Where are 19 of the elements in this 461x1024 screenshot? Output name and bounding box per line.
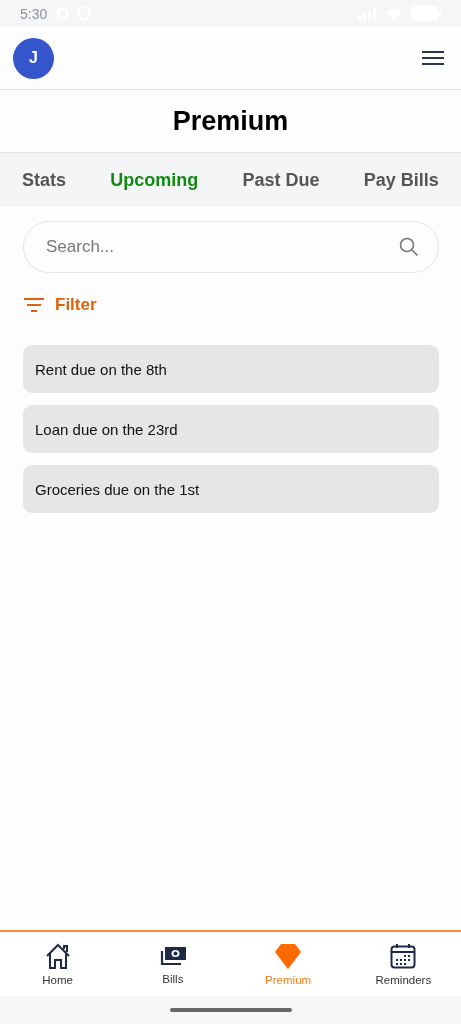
reminder-item[interactable]: Rent due on the 8th [23,345,439,393]
tab[interactable]: Past Due [238,163,324,197]
nav-item[interactable]: Reminders [345,932,461,996]
menu-icon[interactable] [422,51,444,65]
filter-button[interactable]: Filter [23,291,97,319]
filter-icon [23,298,45,312]
search-icon[interactable] [399,237,419,257]
reminder-item[interactable]: Groceries due on the 1st [23,465,439,513]
calendar-icon [390,942,417,969]
search-field[interactable]: Search... [23,221,439,273]
reminder-item[interactable]: Loan due on the 23rd [23,405,439,453]
tab[interactable]: Upcoming [106,163,203,197]
tab[interactable]: Pay Bills [359,163,443,197]
avatar[interactable]: J [13,37,54,79]
nav-item[interactable]: Bills [115,932,231,996]
nav-item[interactable]: Home [0,932,116,996]
status-time: 5:30 [20,5,48,22]
tab[interactable]: Stats [18,163,71,197]
diamond-icon [274,942,303,969]
